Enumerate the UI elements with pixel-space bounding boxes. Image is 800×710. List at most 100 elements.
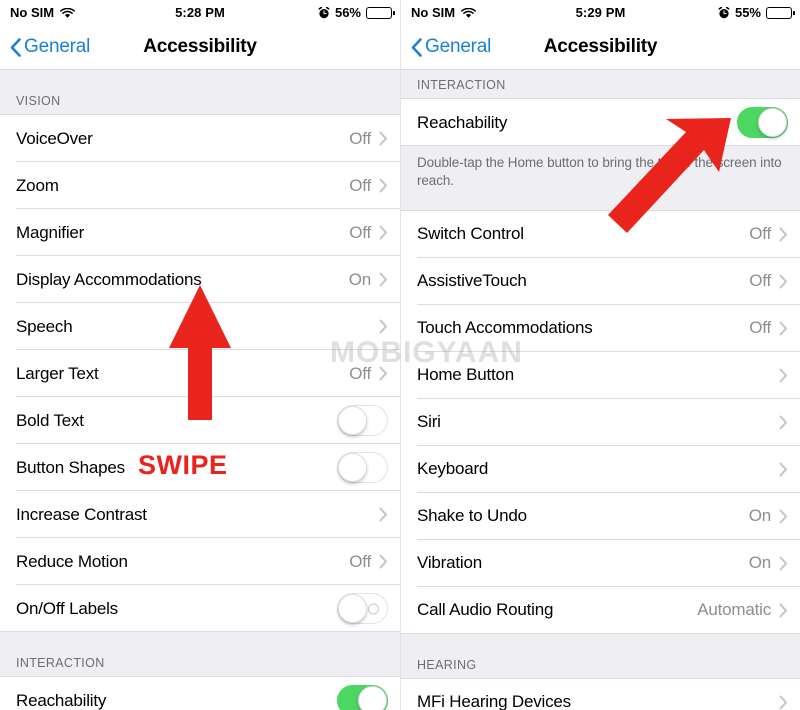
row-accessory <box>337 593 388 624</box>
alarm-clock-icon <box>718 6 730 19</box>
row-value: Off <box>749 224 771 244</box>
toggle-button-shapes[interactable] <box>337 452 388 483</box>
row-assistivetouch[interactable]: AssistiveTouch Off <box>401 257 800 305</box>
row-accessory: On <box>749 553 788 573</box>
chevron-right-icon <box>379 554 388 569</box>
section-header-interaction: INTERACTION <box>401 69 800 99</box>
row-accessory: Off <box>349 176 388 196</box>
chevron-right-icon <box>379 366 388 381</box>
row-accessory: On <box>349 270 388 290</box>
row-reachability[interactable]: Reachability <box>0 677 400 710</box>
row-bold-text[interactable]: Bold Text <box>0 397 400 444</box>
row-value: Off <box>349 222 371 242</box>
chevron-right-icon <box>379 178 388 193</box>
row-value: Off <box>749 318 771 338</box>
row-accessory: Off <box>349 552 388 572</box>
row-value: Off <box>349 175 371 195</box>
row-accessory: Off <box>349 129 388 149</box>
row-speech[interactable]: Speech <box>0 303 400 350</box>
row-label: Reachability <box>16 690 107 710</box>
row-label: Siri <box>417 412 441 432</box>
chevron-right-icon <box>779 415 788 430</box>
chevron-right-icon <box>779 321 788 336</box>
toggle-onoff-labels[interactable] <box>337 593 388 624</box>
row-home-button[interactable]: Home Button <box>401 351 800 399</box>
chevron-right-icon <box>779 509 788 524</box>
row-siri[interactable]: Siri <box>401 398 800 446</box>
row-label: Keyboard <box>417 459 489 479</box>
status-bar-right-group: 56% <box>318 5 395 20</box>
row-display-accommodations[interactable]: Display Accommodations On <box>0 256 400 303</box>
row-label: Larger Text <box>16 363 99 383</box>
row-accessory <box>337 685 388 710</box>
row-touch-accommodations[interactable]: Touch Accommodations Off <box>401 304 800 352</box>
settings-list-right: INTERACTION Reachability Double-tap the … <box>401 69 800 710</box>
row-label: Zoom <box>16 175 59 195</box>
row-voiceover[interactable]: VoiceOver Off <box>0 115 400 162</box>
phone-screen-right: No SIM 5:29 PM 55% General Accessibility… <box>400 0 800 710</box>
row-accessory <box>771 462 788 477</box>
row-accessory <box>371 507 388 522</box>
row-label: Call Audio Routing <box>417 600 554 620</box>
row-label: On/Off Labels <box>16 598 118 618</box>
nav-bar-left: General Accessibility <box>0 25 400 69</box>
chevron-right-icon <box>779 603 788 618</box>
row-label: Shake to Undo <box>417 506 527 526</box>
row-onoff-labels[interactable]: On/Off Labels <box>0 585 400 632</box>
row-label: MFi Hearing Devices <box>417 692 571 710</box>
chevron-right-icon <box>379 225 388 240</box>
row-label: Home Button <box>417 365 515 385</box>
toggle-knob <box>338 406 367 435</box>
toggle-knob <box>338 594 367 623</box>
row-vibration[interactable]: Vibration On <box>401 539 800 587</box>
dual-phone-screenshot: No SIM 5:28 PM 56% General Accessibility… <box>0 0 800 710</box>
row-value: Off <box>749 271 771 291</box>
row-mfi-hearing-devices[interactable]: MFi Hearing Devices <box>401 678 800 710</box>
battery-percent-label: 55% <box>734 5 761 20</box>
page-title: Accessibility <box>543 36 658 57</box>
chevron-right-icon <box>779 556 788 571</box>
chevron-right-icon <box>779 227 788 242</box>
section-header-interaction: INTERACTION <box>0 632 400 677</box>
chevron-right-icon <box>379 507 388 522</box>
row-label: Button Shapes <box>16 457 125 477</box>
toggle-knob <box>758 108 787 137</box>
status-bar-right-group: 55% <box>718 5 795 20</box>
row-call-audio-routing[interactable]: Call Audio Routing Automatic <box>401 586 800 634</box>
row-label: VoiceOver <box>16 128 93 148</box>
row-label: Touch Accommodations <box>417 318 593 338</box>
row-accessory <box>371 319 388 334</box>
row-label: AssistiveTouch <box>417 271 527 291</box>
row-larger-text[interactable]: Larger Text Off <box>0 350 400 397</box>
row-value: On <box>748 506 771 526</box>
row-accessory <box>771 415 788 430</box>
row-switch-control[interactable]: Switch Control Off <box>401 210 800 258</box>
reachability-footnote: Double-tap the Home button to bring the … <box>401 146 800 211</box>
battery-percent-label: 56% <box>334 5 361 20</box>
row-accessory <box>779 695 788 710</box>
battery-icon <box>766 6 795 19</box>
toggle-reachability[interactable] <box>737 107 788 138</box>
row-accessory: Automatic <box>697 600 788 620</box>
row-label: Vibration <box>417 553 482 573</box>
toggle-knob <box>338 453 367 482</box>
row-zoom[interactable]: Zoom Off <box>0 162 400 209</box>
status-bar-left: No SIM 5:28 PM 56% <box>0 0 400 25</box>
row-increase-contrast[interactable]: Increase Contrast <box>0 491 400 538</box>
nav-bar-right: General Accessibility <box>401 25 800 69</box>
row-accessory <box>771 368 788 383</box>
row-magnifier[interactable]: Magnifier Off <box>0 209 400 256</box>
row-accessory: Off <box>749 224 788 244</box>
row-reachability[interactable]: Reachability <box>401 99 800 146</box>
row-reduce-motion[interactable]: Reduce Motion Off <box>0 538 400 585</box>
row-accessory: On <box>749 506 788 526</box>
row-label: Speech <box>16 316 73 336</box>
toggle-reachability[interactable] <box>337 685 388 710</box>
page-title: Accessibility <box>143 36 257 57</box>
toggle-knob <box>358 686 387 710</box>
row-keyboard[interactable]: Keyboard <box>401 445 800 493</box>
toggle-bold-text[interactable] <box>337 405 388 436</box>
row-button-shapes[interactable]: Button Shapes <box>0 444 400 491</box>
row-value: Off <box>349 128 371 148</box>
row-shake-to-undo[interactable]: Shake to Undo On <box>401 492 800 540</box>
